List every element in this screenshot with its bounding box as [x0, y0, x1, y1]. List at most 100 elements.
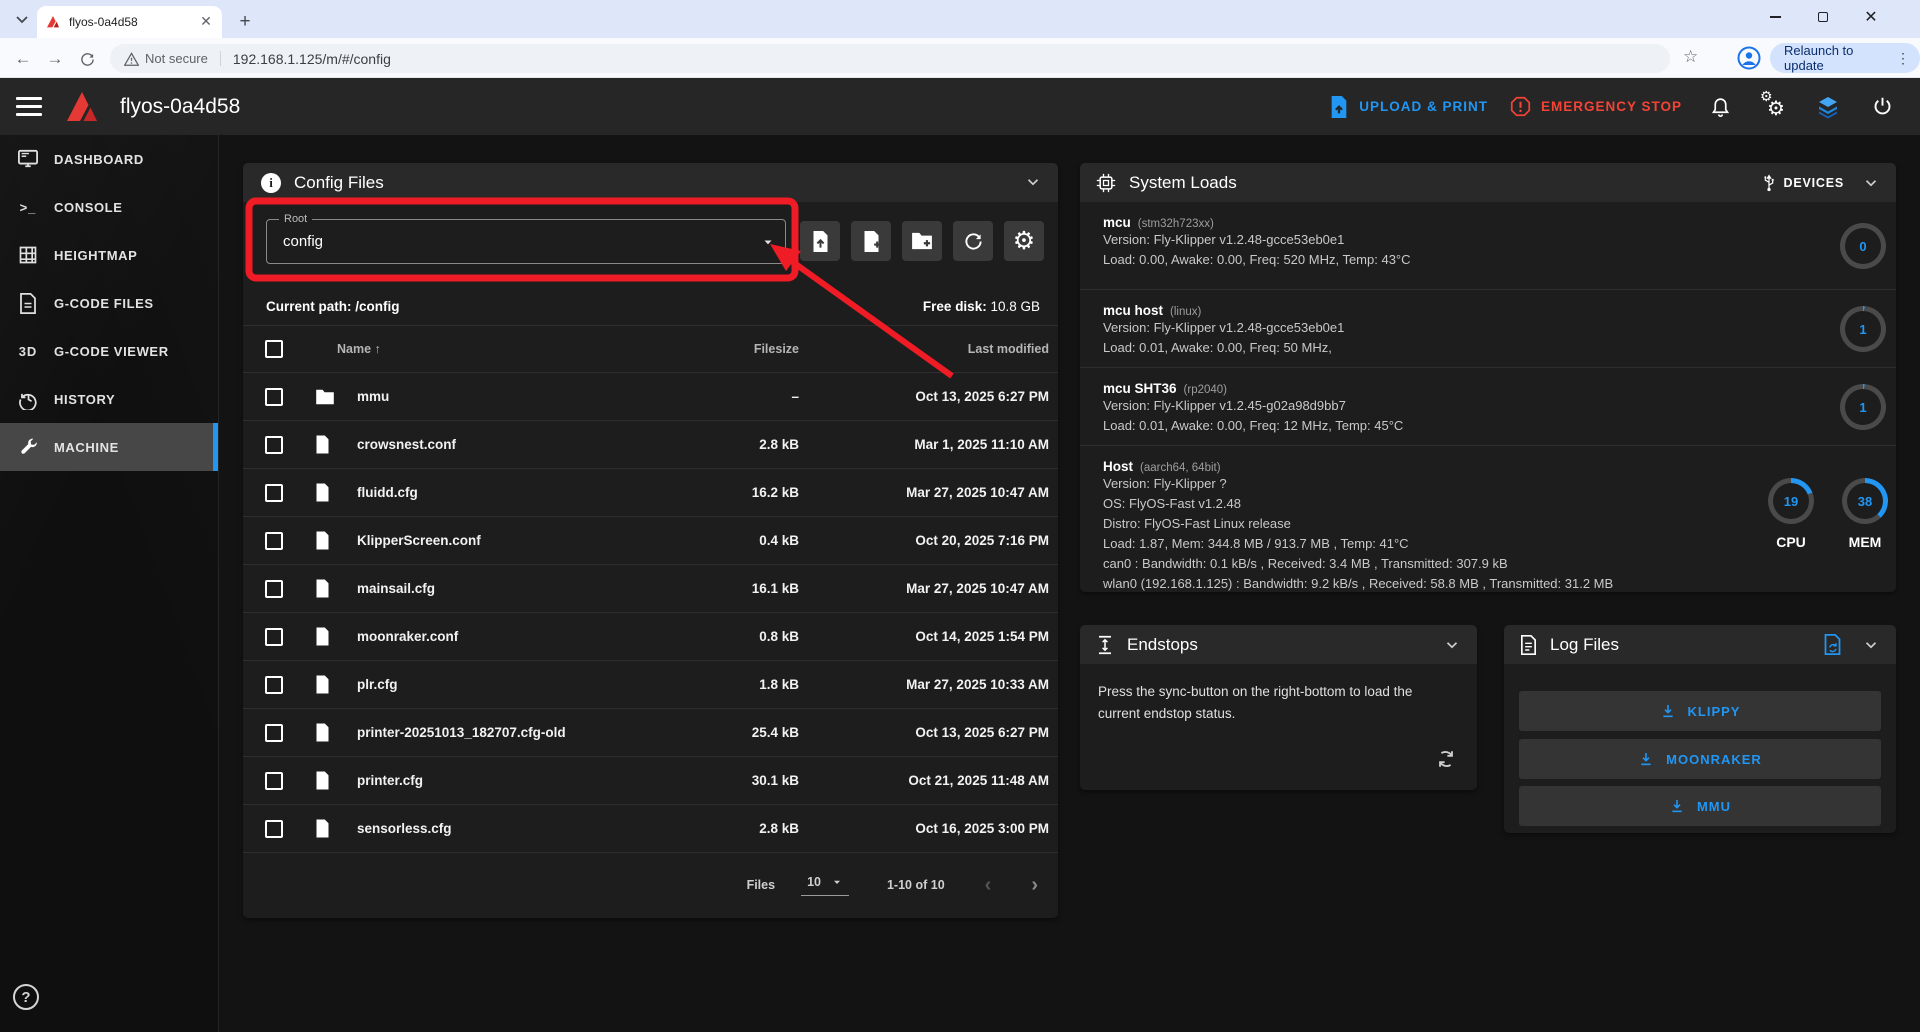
row-checkbox[interactable]	[265, 388, 283, 406]
table-row[interactable]: mmu – Oct 13, 2025 6:27 PM	[243, 373, 1058, 421]
table-row[interactable]: plr.cfg 1.8 kB Mar 27, 2025 10:33 AM	[243, 661, 1058, 709]
profile-avatar[interactable]	[1737, 46, 1761, 70]
upload-file-icon	[1329, 96, 1349, 118]
notifications-bell-icon[interactable]	[1704, 91, 1736, 123]
previous-page-button[interactable]: ‹	[985, 874, 992, 897]
cpu-gauge-label: CPU	[1761, 534, 1821, 550]
tab-close-icon[interactable]: ✕	[198, 14, 214, 30]
browser-menu-icon[interactable]: ⋮	[1896, 50, 1910, 67]
back-button[interactable]: ←	[10, 46, 36, 72]
sidebar-item-gcode-viewer[interactable]: 3D G-CODE VIEWER	[0, 327, 218, 375]
menu-hamburger-icon[interactable]	[14, 91, 44, 122]
table-row[interactable]: crowsnest.conf 2.8 kB Mar 1, 2025 11:10 …	[243, 421, 1058, 469]
collapse-chevron-icon[interactable]	[1862, 636, 1880, 654]
column-name[interactable]: Name ↑	[337, 342, 669, 356]
power-icon[interactable]	[1866, 91, 1898, 123]
terminal-icon: >_	[16, 200, 40, 215]
sidebar-item-console[interactable]: >_ CONSOLE	[0, 183, 218, 231]
row-checkbox[interactable]	[265, 772, 283, 790]
window-minimize-button[interactable]	[1752, 0, 1798, 34]
sidebar-item-heightmap[interactable]: HEIGHTMAP	[0, 231, 218, 279]
app-header: flyos-0a4d58 UPLOAD & PRINT EMERGENCY ST…	[0, 78, 1920, 135]
help-icon[interactable]: ?	[13, 984, 39, 1010]
current-path-label: Current path: /config	[266, 299, 400, 314]
sidebar-item-gcode-files[interactable]: G-CODE FILES	[0, 279, 218, 327]
create-file-button[interactable]	[851, 221, 891, 261]
file-icon	[315, 675, 337, 694]
table-row[interactable]: fluidd.cfg 16.2 kB Mar 27, 2025 10:47 AM	[243, 469, 1058, 517]
select-caret-icon	[831, 876, 843, 888]
row-checkbox[interactable]	[265, 676, 283, 694]
download-mmu-log-button[interactable]: MMU	[1519, 786, 1881, 826]
window-maximize-button[interactable]	[1800, 0, 1846, 34]
endstops-panel: Endstops Press the sync-button on the ri…	[1080, 625, 1477, 790]
column-filesize[interactable]: Filesize	[669, 342, 799, 356]
row-checkbox[interactable]	[265, 724, 283, 742]
files-table: Name ↑ Filesize Last modified mmu – Oct …	[243, 325, 1058, 853]
rollover-logs-icon[interactable]	[1823, 634, 1842, 655]
system-loads-title: System Loads	[1129, 173, 1237, 193]
row-checkbox[interactable]	[265, 532, 283, 550]
collapse-chevron-icon[interactable]	[1443, 636, 1461, 654]
next-page-button[interactable]: ›	[1031, 874, 1038, 897]
config-files-title: Config Files	[294, 173, 384, 193]
relaunch-to-update-button[interactable]: Relaunch to update ⋮	[1770, 43, 1920, 73]
select-all-checkbox[interactable]	[265, 340, 283, 358]
not-secure-chip[interactable]: Not secure	[124, 51, 221, 66]
table-row[interactable]: printer-20251013_182707.cfg-old 25.4 kB …	[243, 709, 1058, 757]
file-icon	[315, 627, 337, 646]
new-tab-button[interactable]: +	[232, 9, 258, 35]
document-icon	[16, 293, 40, 314]
system-loads-header: System Loads DEVICES	[1080, 163, 1896, 202]
row-checkbox[interactable]	[265, 820, 283, 838]
download-moonraker-log-button[interactable]: MOONRAKER	[1519, 739, 1881, 779]
window-close-button[interactable]: ✕	[1848, 0, 1894, 34]
root-select[interactable]: Root config	[266, 219, 786, 264]
reload-button[interactable]	[74, 46, 100, 72]
layers-icon[interactable]	[1812, 91, 1844, 123]
row-checkbox[interactable]	[265, 580, 283, 598]
pagination-bar: Files 10 1-10 of 10 ‹ ›	[243, 853, 1058, 917]
folder-icon	[315, 389, 337, 405]
table-row[interactable]: mainsail.cfg 16.1 kB Mar 27, 2025 10:47 …	[243, 565, 1058, 613]
address-bar[interactable]: Not secure 192.168.1.125/m/#/config	[110, 44, 1670, 73]
create-folder-button[interactable]	[902, 221, 942, 261]
devices-button[interactable]: DEVICES	[1762, 174, 1844, 192]
emergency-stop-button[interactable]: EMERGENCY STOP	[1510, 96, 1682, 117]
browser-tab[interactable]: flyos-0a4d58 ✕	[37, 6, 222, 38]
table-row[interactable]: moonraker.conf 0.8 kB Oct 14, 2025 1:54 …	[243, 613, 1058, 661]
collapse-chevron-icon[interactable]	[1862, 174, 1880, 192]
forward-button[interactable]: →	[42, 46, 68, 72]
sidebar-item-machine[interactable]: MACHINE	[0, 423, 218, 471]
file-icon	[315, 819, 337, 838]
mcu-sht36-load-gauge: 1	[1840, 384, 1886, 430]
tab-title: flyos-0a4d58	[69, 15, 198, 29]
refresh-button[interactable]	[953, 221, 993, 261]
file-settings-button[interactable]: ⚙	[1004, 221, 1044, 261]
row-checkbox[interactable]	[265, 436, 283, 454]
upload-and-print-button[interactable]: UPLOAD & PRINT	[1329, 96, 1488, 118]
column-last-modified[interactable]: Last modified	[799, 342, 1049, 356]
free-disk-label: Free disk: 10.8 GB	[923, 299, 1040, 314]
settings-gears-icon[interactable]: ⚙ ⚙	[1758, 91, 1790, 123]
upload-file-button[interactable]	[800, 221, 840, 261]
tab-search-button[interactable]	[8, 8, 36, 32]
files-per-page-label: Files	[747, 878, 776, 892]
monitor-icon	[16, 149, 40, 169]
sidebar-item-dashboard[interactable]: DASHBOARD	[0, 135, 218, 183]
table-row[interactable]: KlipperScreen.conf 0.4 kB Oct 20, 2025 7…	[243, 517, 1058, 565]
download-klippy-log-button[interactable]: KLIPPY	[1519, 691, 1881, 731]
table-row[interactable]: printer.cfg 30.1 kB Oct 21, 2025 11:48 A…	[243, 757, 1058, 805]
collapse-chevron-icon[interactable]	[1024, 173, 1042, 191]
row-checkbox[interactable]	[265, 484, 283, 502]
row-checkbox[interactable]	[265, 628, 283, 646]
bookmark-star-icon[interactable]: ☆	[1683, 47, 1698, 67]
table-row[interactable]: sensorless.cfg 2.8 kB Oct 16, 2025 3:00 …	[243, 805, 1058, 853]
per-page-select[interactable]: 10	[801, 875, 849, 896]
log-files-panel: Log Files KLIPPY MOONRAKER MMU	[1504, 625, 1896, 833]
sidebar-item-history[interactable]: HISTORY	[0, 375, 218, 423]
endstop-icon	[1096, 635, 1114, 655]
sync-button[interactable]	[1435, 748, 1457, 770]
mcu-host-load-gauge: 1	[1840, 306, 1886, 352]
log-files-header: Log Files	[1504, 625, 1896, 664]
